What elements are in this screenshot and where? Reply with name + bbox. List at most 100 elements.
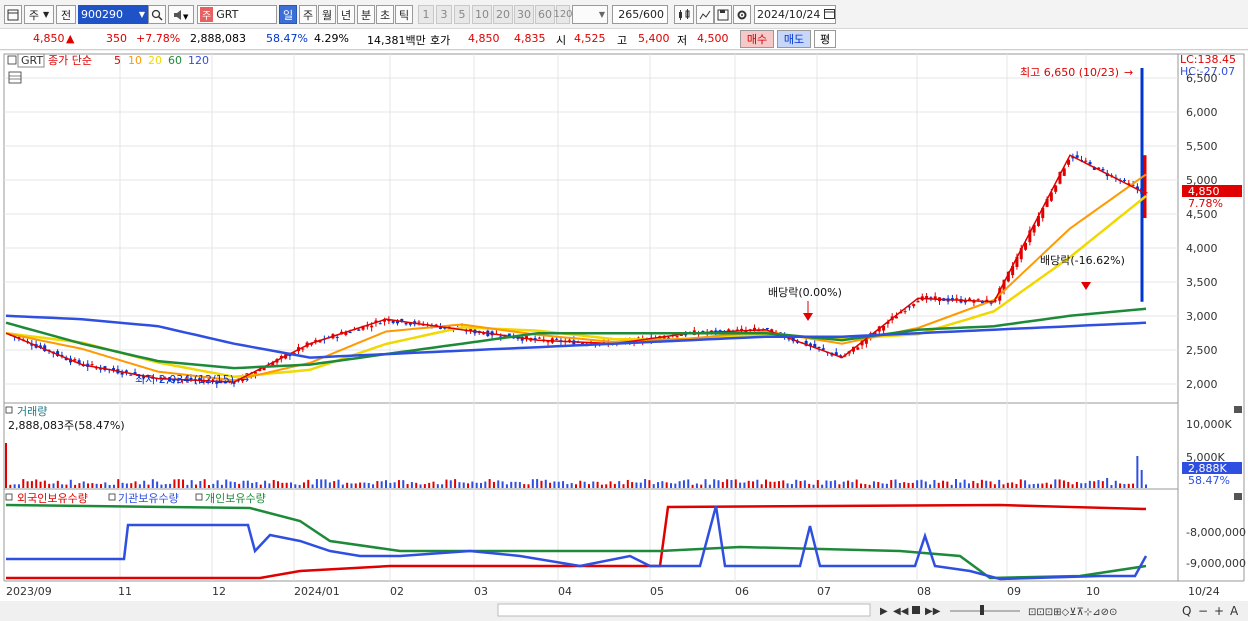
legend-type[interactable]: 종가 단순 [48,54,92,67]
volume-bar [622,484,625,488]
stop-icon[interactable] [912,606,920,614]
stock-name-field[interactable]: 주 GRT [197,5,277,24]
interval-30[interactable]: 30 [514,5,534,24]
volume-bar [1080,483,1083,488]
stock-chart-svg[interactable]: GRT 종가 단순 5 10 20 60 120 LC:138.45 HC:-2… [0,51,1248,621]
legend-ma-10[interactable]: 10 [128,54,142,67]
candle-body [73,359,77,361]
gear-icon[interactable] [733,5,751,24]
volume-bar [985,480,988,488]
volume-bar [419,484,422,488]
crosshair-icon[interactable] [696,5,714,24]
x-axis-area [0,581,1248,601]
rewind-icon[interactable]: ◀◀ [893,606,909,617]
interval-20[interactable]: 20 [493,5,513,24]
panel-close-icon[interactable] [1234,406,1242,413]
open-price: 4,525 [574,32,606,45]
interval-120[interactable]: 120 [553,5,573,24]
tool-icons[interactable]: ⊡⊡⊡⊞◇⊻⊼⊹⊿⊘⊙ [1028,607,1117,618]
x-tick: 09 [1007,585,1021,598]
volume-bar [596,481,599,488]
holdings-label-foreign[interactable]: 외국인보유수량 [17,492,88,505]
search-icon[interactable] [148,5,166,24]
volume-bar [52,483,55,488]
interval-60[interactable]: 60 [535,5,555,24]
volume-bar [993,484,996,488]
buy-button[interactable]: 매수 [740,30,774,48]
legend-ma-5[interactable]: 5 [114,54,121,67]
scroll-thumb[interactable] [497,603,871,617]
volume-bar [911,482,914,488]
count-field[interactable]: 265/600 [612,5,668,24]
table-icon[interactable] [8,71,22,84]
volume-bar [1119,483,1122,488]
holdings-label-institution[interactable]: 기관보유수량 [118,492,179,505]
minus-icon[interactable]: − [1198,604,1208,618]
stock-code-value: 900290 [81,8,123,21]
window-menu-icon[interactable] [4,5,22,24]
volume-bar [743,482,746,488]
chart-area[interactable]: GRT 종가 단순 5 10 20 60 120 LC:138.45 HC:-2… [0,51,1248,621]
volume-bar [955,479,957,488]
interval-5[interactable]: 5 [454,5,470,24]
play-icon[interactable]: ▶ [880,606,888,617]
y-tick: 4,000 [1186,242,1218,255]
save-icon[interactable] [714,5,732,24]
period-tab-year[interactable]: 년 [337,5,355,24]
volume-bar [43,480,46,488]
volume-bar [700,484,703,488]
volume-bar [523,484,526,488]
forward-icon[interactable]: ▶▶ [925,606,941,617]
period-tab-minute[interactable]: 분 [357,5,375,24]
interval-3[interactable]: 3 [436,5,452,24]
volume-bar [311,484,314,488]
volume-bar [687,479,690,488]
candle-body [404,322,408,325]
high-label: 고 [617,34,628,47]
legend-stock[interactable]: GRT [21,54,43,67]
legend-ma-120[interactable]: 120 [188,54,209,67]
volume-bar [739,482,742,488]
period-tab-month[interactable]: 월 [318,5,336,24]
holdings-label-individual[interactable]: 개인보유수량 [205,492,266,505]
x-tick: 08 [917,585,931,598]
interval-custom-select[interactable]: ▼ [572,5,608,24]
volume-bar [372,484,375,488]
eval-button[interactable]: 평 [814,30,836,48]
sound-icon[interactable]: ▼ [168,5,194,24]
period-tab-day[interactable]: 일 [279,5,297,24]
font-size-icon[interactable]: A [1230,604,1239,618]
plus-icon[interactable]: + [1214,604,1224,618]
legend-ma-60[interactable]: 60 [168,54,182,67]
volume-bar [203,479,206,488]
legend-ma-20[interactable]: 20 [148,54,162,67]
candle-body [1084,160,1088,162]
sell-button[interactable]: 매도 [777,30,811,48]
panel-close-icon[interactable] [1234,493,1242,500]
candle-icon[interactable] [674,5,694,24]
period-tab-week[interactable]: 주 [299,5,317,24]
market-type-select[interactable]: 주 ▼ [24,5,54,24]
interval-10[interactable]: 10 [472,5,492,24]
zoom-icon[interactable]: Q [1182,604,1191,618]
volume-bar [989,481,992,488]
x-tick: 12 [212,585,226,598]
volume-bar [467,483,470,488]
volume-bar [1084,483,1087,488]
prev-type-button[interactable]: 전 [56,5,76,24]
interval-1[interactable]: 1 [418,5,434,24]
volume-bar [942,480,945,488]
volume-bar [777,481,780,488]
period-tab-tick[interactable]: 틱 [395,5,413,24]
volume-bar [980,479,983,488]
volume-bar [661,481,664,488]
zoom-slider-handle[interactable] [980,605,984,615]
volume-title[interactable]: 거래량 [17,405,47,418]
volume-bar [950,484,953,488]
volume-bar [1041,483,1044,488]
stock-code-input[interactable]: 900290 ▼ [78,5,148,24]
date-field[interactable]: 2024/10/24 [754,5,836,24]
count-max: /600 [639,8,664,21]
volume-bar [644,479,647,488]
period-tab-second[interactable]: 초 [376,5,394,24]
